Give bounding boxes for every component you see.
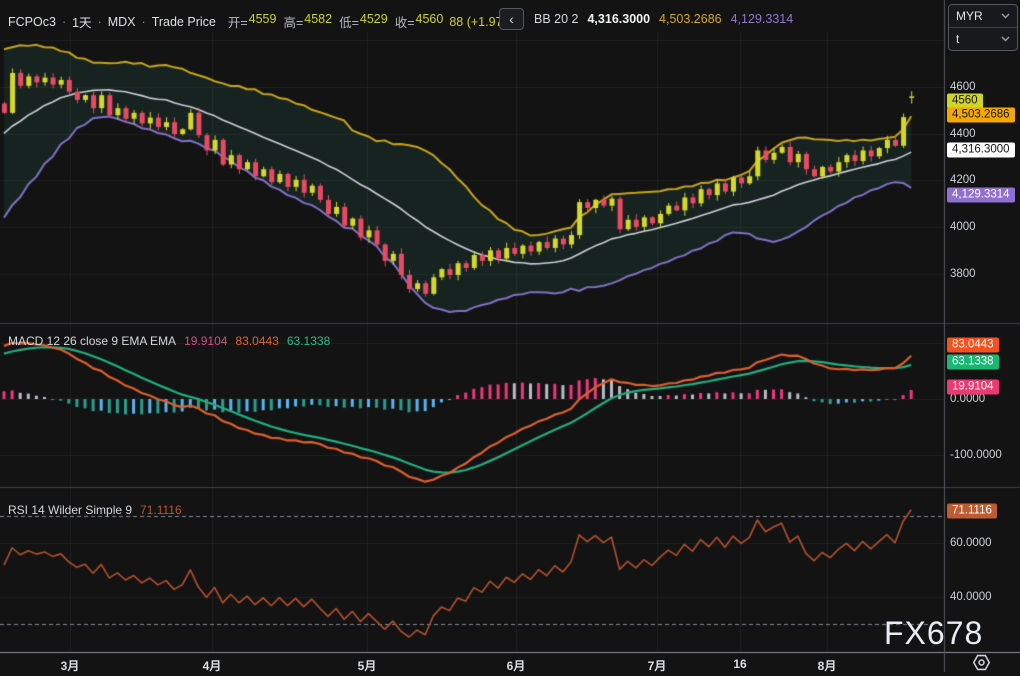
- watermark-logo: FX678: [884, 615, 983, 652]
- time-axis-label: 3月: [61, 657, 80, 674]
- price-tick-label: 4600: [950, 81, 976, 93]
- macd-signal-value: 63.1338: [287, 334, 330, 348]
- ohlc-label: 低=: [339, 12, 359, 31]
- price-tick-label: -100.0000: [950, 449, 1002, 461]
- time-axis-label: 6月: [507, 657, 526, 674]
- price-badge: 4,316.3000: [947, 143, 1015, 158]
- bb-upper-value: 4,503.2686: [659, 12, 722, 26]
- price-badge: 63.1338: [947, 355, 999, 370]
- separator-dot: ·: [142, 15, 146, 29]
- ohlc-pair: 高=4582: [283, 12, 332, 31]
- ohlc-pair: 低=4529: [339, 12, 388, 31]
- ohlc-value: 4582: [304, 12, 332, 31]
- currency-select[interactable]: MYR: [949, 5, 1017, 27]
- time-axis-label: 8月: [818, 657, 837, 674]
- price-badge: 4,129.3314: [947, 188, 1015, 203]
- time-axis-label: 5月: [358, 657, 377, 674]
- separator-dot: ·: [62, 15, 66, 29]
- chevron-down-icon: [1001, 13, 1010, 19]
- rsi-title: RSI 14 Wilder Simple 9: [8, 503, 132, 517]
- ohlc-value: 4559: [249, 12, 277, 31]
- collapse-chevron-icon: ‹: [509, 11, 514, 27]
- ohlc-label: 收=: [395, 12, 415, 31]
- price-badge: 4,503.2686: [947, 108, 1015, 123]
- price-tick-label: 4200: [950, 174, 976, 186]
- price-badge: 83.0443: [947, 338, 999, 353]
- ohlc-value: 4560: [416, 12, 444, 31]
- ohlc-label: 高=: [283, 12, 303, 31]
- interval-value[interactable]: 1天: [72, 12, 91, 31]
- symbol-info-bar: FCPOc3 · 1天 · MDX · Trade Price 开=4559 高=…: [8, 12, 518, 31]
- bb-indicator-legend: BB 20 2 4,316.3000 4,503.2686 4,129.3314: [534, 12, 793, 26]
- price-badge: 4560: [947, 94, 983, 109]
- separator-dot: ·: [98, 15, 102, 29]
- chevron-down-icon: [1001, 36, 1010, 42]
- rsi-value: 71.1116: [140, 503, 182, 517]
- rsi-indicator-legend: RSI 14 Wilder Simple 9 71.1116: [8, 503, 182, 517]
- trading-chart-window: FCPOc3 · 1天 · MDX · Trade Price 开=4559 高=…: [0, 0, 1020, 672]
- macd-title: MACD 12 26 close 9 EMA EMA: [8, 334, 176, 348]
- ohlc-value: 4529: [360, 12, 388, 31]
- unit-select[interactable]: t: [949, 27, 1017, 50]
- bb-lower-value: 4,129.3314: [731, 12, 794, 26]
- time-axis-label: 7月: [648, 657, 667, 674]
- symbol-name[interactable]: FCPOc3: [8, 15, 56, 29]
- price-tick-label: 40.0000: [950, 591, 992, 603]
- time-axis-label: 4月: [203, 657, 222, 674]
- ohlc-label: 开=: [228, 12, 248, 31]
- price-tick-label: 60.0000: [950, 537, 992, 549]
- macd-indicator-legend: MACD 12 26 close 9 EMA EMA 19.9104 83.04…: [8, 334, 330, 348]
- price-badge: 71.1116: [947, 504, 997, 519]
- price-badge: 19.9104: [947, 380, 999, 395]
- series-type: Trade Price: [152, 15, 216, 29]
- ohlc-values: 开=4559 高=4582 低=4529 收=4560: [228, 12, 444, 31]
- bb-basis-value: 4,316.3000: [587, 12, 650, 26]
- price-tick-label: 4000: [950, 221, 976, 233]
- macd-hist-value: 19.9104: [184, 334, 227, 348]
- ohlc-pair: 开=4559: [228, 12, 277, 31]
- price-tick-label: 0.0000: [950, 393, 985, 405]
- bb-title: BB 20 2: [534, 12, 578, 26]
- ohlc-pair: 收=4560: [395, 12, 444, 31]
- collapse-panel-button[interactable]: ‹: [499, 8, 524, 30]
- price-tick-label: 3800: [950, 268, 976, 280]
- currency-unit-box: MYR t: [948, 4, 1018, 51]
- currency-value: MYR: [956, 9, 983, 23]
- macd-line-value: 83.0443: [235, 334, 278, 348]
- unit-value: t: [956, 32, 959, 46]
- price-tick-label: 4400: [950, 128, 976, 140]
- exchange-name: MDX: [108, 15, 136, 29]
- settings-gear-icon[interactable]: [972, 654, 991, 676]
- time-axis-label: 16: [733, 657, 746, 671]
